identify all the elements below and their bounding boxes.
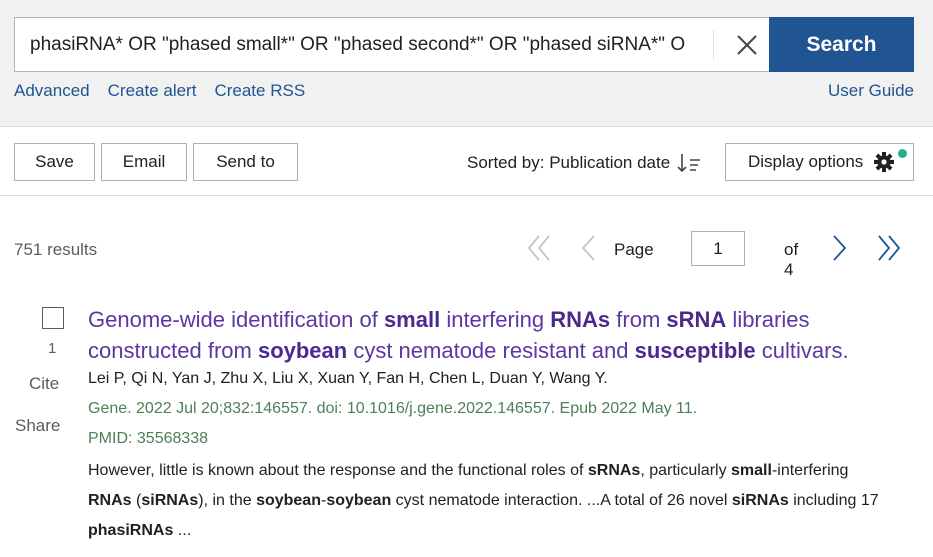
highlighted-term: sRNA <box>666 307 727 332</box>
highlighted-term: siRNAs <box>731 492 789 509</box>
highlighted-term: soybean <box>256 492 321 509</box>
search-sublinks: Advanced Create alert Create RSS <box>14 81 323 101</box>
text-fragment: cultivars. <box>755 338 849 363</box>
gear-icon <box>874 152 895 172</box>
results-count: 751 results <box>14 240 98 259</box>
text-fragment: However, little is known about the respo… <box>88 462 588 479</box>
text-fragment: -interfering <box>771 462 849 479</box>
result-pmid: PMID: 35568338 <box>88 430 209 447</box>
cite-button[interactable]: Cite <box>29 374 59 394</box>
text-fragment: ... <box>173 522 192 539</box>
highlighted-term: soybean <box>326 492 392 509</box>
close-icon <box>737 34 757 55</box>
sort-icon <box>677 154 701 173</box>
highlighted-term: sRNAs <box>587 462 641 479</box>
highlighted-term: phasiRNAs <box>88 522 174 539</box>
highlighted-term: soybean <box>257 338 348 363</box>
first-page-icon[interactable] <box>526 233 552 263</box>
search-box <box>14 17 770 72</box>
text-fragment: ), in the <box>198 492 257 509</box>
sort-control[interactable]: Sorted by: Publication date <box>467 152 702 174</box>
share-button[interactable]: Share <box>15 416 60 436</box>
result-number: 1 <box>48 340 57 357</box>
search-input[interactable] <box>15 18 711 71</box>
save-button[interactable]: Save <box>14 143 95 181</box>
user-guide-link[interactable]: User Guide <box>828 81 914 101</box>
search-band: Search Advanced Create alert Create RSS Us… <box>0 0 933 127</box>
display-options-label: Display options <box>748 152 864 171</box>
search-divider <box>713 30 714 60</box>
text-fragment: interfering <box>440 307 551 332</box>
highlighted-term: susceptible <box>634 338 756 363</box>
next-page-icon[interactable] <box>832 233 848 263</box>
total-pages: of 4 <box>784 240 799 279</box>
highlighted-term: small <box>731 462 772 479</box>
result-authors: Lei P, Qi N, Yan J, Zhu X, Liu X, Xuan Y… <box>88 370 608 387</box>
sort-label: Sorted by: Publication date <box>467 153 671 172</box>
send-to-button[interactable]: Send to <box>193 143 298 181</box>
result-snippet: However, little is known about the respo… <box>88 456 888 546</box>
clear-search-button[interactable] <box>723 18 771 71</box>
text-fragment: including 17 <box>788 492 879 509</box>
page-label: Page <box>614 240 654 259</box>
text-fragment: ( <box>131 492 142 509</box>
display-options-button[interactable]: Display options <box>725 143 914 181</box>
prev-page-icon[interactable] <box>580 233 596 263</box>
text-fragment: from <box>610 307 667 332</box>
text-fragment: cyst nematode interaction. ...A total of… <box>391 492 732 509</box>
result-checkbox[interactable] <box>42 307 64 329</box>
advanced-link[interactable]: Advanced <box>14 81 90 100</box>
create-rss-link[interactable]: Create RSS <box>214 81 305 100</box>
result-citation: Gene. 2022 Jul 20;832:146557. doi: 10.10… <box>88 400 698 417</box>
last-page-icon[interactable] <box>876 233 902 263</box>
text-fragment: , particularly <box>640 462 732 479</box>
search-button[interactable]: Search <box>769 17 914 72</box>
highlighted-term: RNAs <box>88 492 132 509</box>
highlighted-term: small <box>383 307 441 332</box>
text-fragment: cyst nematode resistant and <box>347 338 635 363</box>
notification-dot <box>898 149 907 158</box>
highlighted-term: RNAs <box>550 307 611 332</box>
highlighted-term: siRNAs <box>141 492 199 509</box>
email-button[interactable]: Email <box>101 143 187 181</box>
actions-toolbar: Save Email Send to Sorted by: Publicatio… <box>0 128 933 196</box>
result-title-link[interactable]: Genome-wide identification of small inte… <box>88 304 878 366</box>
create-alert-link[interactable]: Create alert <box>108 81 197 100</box>
page-number-input[interactable] <box>691 231 745 266</box>
text-fragment: Genome-wide identification of <box>88 307 384 332</box>
